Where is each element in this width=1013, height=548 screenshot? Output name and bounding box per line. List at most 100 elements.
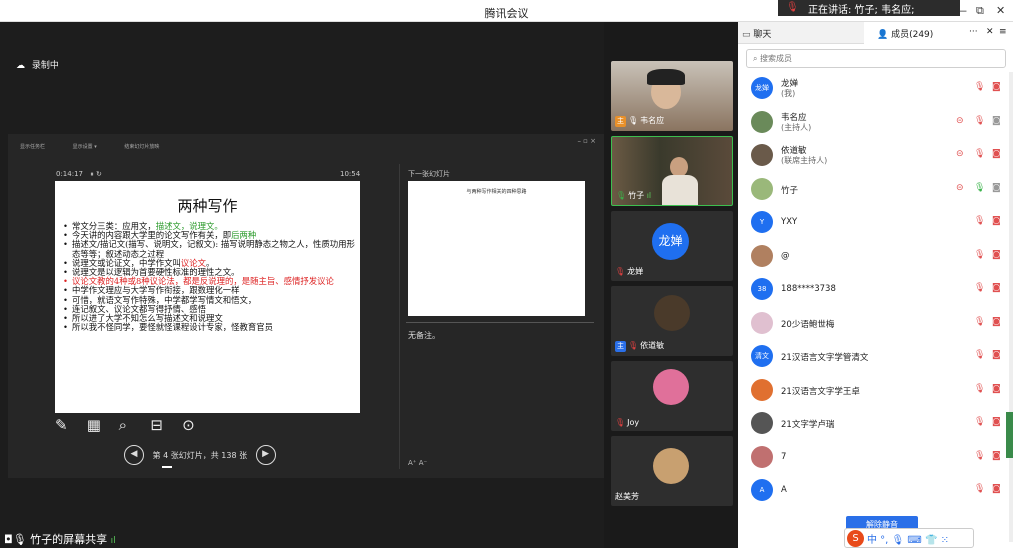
- close-button[interactable]: ✕: [996, 4, 1005, 17]
- mic-muted-icon: 🎙: [615, 418, 626, 427]
- next-slide-button[interactable]: ▶: [255, 445, 276, 465]
- camera-off-icon[interactable]: ◙: [992, 384, 1001, 394]
- mic-muted-icon[interactable]: 🎙: [974, 216, 985, 226]
- screen-share-icon[interactable]: ⊝: [956, 183, 964, 193]
- video-tile[interactable]: 🎙 竹子 ıl: [611, 136, 733, 206]
- menu-button[interactable]: ≡: [999, 27, 1007, 37]
- member-row[interactable]: @ 🎙 ◙: [738, 240, 1013, 272]
- camera-icon[interactable]: ◙: [992, 183, 1001, 193]
- mic-muted-icon[interactable]: 🎙: [974, 116, 985, 126]
- mic-muted-icon[interactable]: 🎙: [974, 82, 985, 92]
- screen-icon[interactable]: ⊟: [150, 416, 177, 434]
- more-options-icon[interactable]: ⊙: [182, 416, 209, 434]
- member-name: A: [781, 485, 787, 495]
- video-label: 🎙 竹子 ıl: [616, 190, 651, 201]
- member-row[interactable]: Y YXY 🎙 ◙: [738, 206, 1013, 238]
- mic-muted-icon[interactable]: 🎙: [974, 484, 985, 494]
- member-role: (主持人): [781, 122, 812, 132]
- screen-share-icon[interactable]: ⊝: [956, 149, 964, 159]
- video-tile[interactable]: 龙婵 🎙 龙婵: [611, 211, 733, 281]
- slide-counter: 第 4 张幻灯片，共 138 张: [152, 450, 248, 460]
- prev-slide-button[interactable]: ◀: [124, 445, 144, 465]
- mic-muted-icon[interactable]: 🎙: [974, 417, 985, 427]
- tab-chat[interactable]: ▭ 聊天: [742, 27, 771, 40]
- mic-muted-icon[interactable]: 🎙: [974, 384, 985, 394]
- more-button[interactable]: ···: [969, 27, 978, 37]
- restore-button[interactable]: ⧉: [976, 4, 984, 18]
- mic-muted-icon[interactable]: 🎙: [974, 317, 985, 327]
- mic-icon[interactable]: 🎙: [974, 183, 985, 193]
- presenter-view: 显示任务栏 显示设置 ▾ 结束幻灯片放映 – ▫ × 0:14:17 ⏸ ↻ 1…: [8, 134, 604, 478]
- video-tile[interactable]: 主 🎙 韦名应: [611, 61, 733, 131]
- video-label: 主 🎙 依道敏: [615, 340, 664, 352]
- ime-icons: 中 °, 🎙 ⌨ 👕 ⁙: [867, 535, 950, 546]
- display-settings-button[interactable]: 显示设置 ▾: [73, 144, 97, 150]
- pen-icon[interactable]: ✎: [55, 416, 82, 434]
- host-icon: 主: [615, 341, 626, 352]
- mic-muted-icon[interactable]: 🎙: [974, 250, 985, 260]
- video-tile[interactable]: 赵美芳: [611, 436, 733, 506]
- mic-muted-icon[interactable]: 🎙: [974, 283, 985, 293]
- mic-muted-icon[interactable]: 🎙: [974, 149, 985, 159]
- member-name: @: [781, 250, 790, 261]
- mic-muted-icon[interactable]: 🎙: [974, 451, 985, 461]
- video-tile[interactable]: 🎙 Joy: [611, 361, 733, 431]
- camera-off-icon[interactable]: ◙: [992, 350, 1001, 360]
- close-panel-button[interactable]: ✕: [986, 27, 994, 37]
- video-label: 🎙 龙婵: [615, 266, 643, 277]
- video-label: 赵美芳: [615, 491, 639, 502]
- scrollbar[interactable]: [1009, 72, 1013, 542]
- font-size-buttons[interactable]: A⁺ A⁻: [408, 459, 427, 467]
- ime-toolbar[interactable]: S 中 °, 🎙 ⌨ 👕 ⁙: [844, 528, 974, 548]
- camera-off-icon[interactable]: ◙: [992, 317, 1001, 327]
- member-name: 竹子: [781, 185, 799, 196]
- edge-handle[interactable]: [1006, 412, 1013, 458]
- speaking-banner: 🎙 正在讲话: 竹子; 韦名应;: [778, 0, 960, 16]
- camera-off-icon[interactable]: ◙: [992, 149, 1001, 159]
- member-row[interactable]: A A 🎙 ◙: [738, 474, 1013, 506]
- share-icon: ◘🎙: [4, 533, 27, 546]
- member-row[interactable]: 38 188****3738 🎙 ◙: [738, 273, 1013, 305]
- presenter-window-controls[interactable]: – ▫ ×: [577, 137, 596, 145]
- video-label: 🎙 Joy: [615, 418, 639, 427]
- member-row[interactable]: 7 🎙 ◙: [738, 441, 1013, 473]
- zoom-icon[interactable]: ⌕: [119, 416, 146, 434]
- grid-view-icon[interactable]: ▦: [87, 416, 114, 434]
- camera-off-icon[interactable]: ◙: [992, 216, 1001, 226]
- current-slide: 两种写作 常文分三类：应用文，描述文，说理文。今天讲的内容跟大学里的论文写作有关…: [55, 181, 360, 413]
- avatar: [751, 412, 773, 434]
- member-row[interactable]: 20少语鲍世梅 🎙 ◙: [738, 307, 1013, 339]
- member-search-input[interactable]: ⌕ 搜索成员: [746, 49, 1006, 68]
- slide-tools: ✎ ▦ ⌕ ⊟ ⊙: [55, 416, 209, 434]
- avatar: 龙婵: [751, 77, 773, 99]
- tab-members[interactable]: 👤 成员(249) ··· ✕: [864, 22, 1013, 44]
- avatar: [653, 369, 689, 405]
- camera-off-icon[interactable]: ◙: [992, 250, 1001, 260]
- screen-share-icon[interactable]: ⊝: [956, 116, 964, 126]
- end-slideshow-button[interactable]: 结束幻灯片放映: [124, 144, 159, 150]
- camera-off-icon[interactable]: ◙: [992, 417, 1001, 427]
- camera-icon[interactable]: ◙: [992, 116, 1001, 126]
- member-role: (我): [781, 89, 796, 98]
- member-row[interactable]: 清文 21汉语言文字学管清文 🎙 ◙: [738, 340, 1013, 372]
- share-label-text: 竹子的屏幕共享: [30, 533, 108, 546]
- member-row[interactable]: 竹子 ⊝ 🎙 ◙: [738, 173, 1013, 205]
- member-row[interactable]: 21汉语言文字学王卓 🎙 ◙: [738, 374, 1013, 406]
- video-tile[interactable]: 主 🎙 依道敏: [611, 286, 733, 356]
- camera-off-icon[interactable]: ◙: [992, 82, 1001, 92]
- pause-icon[interactable]: ⏸ ↻: [90, 170, 102, 178]
- camera-off-icon[interactable]: ◙: [992, 484, 1001, 494]
- show-taskbar-button[interactable]: 显示任务栏: [20, 144, 45, 150]
- mic-muted-icon[interactable]: 🎙: [974, 350, 985, 360]
- camera-off-icon[interactable]: ◙: [992, 451, 1001, 461]
- member-row[interactable]: 依道敏 (联席主持人) ⊝ 🎙 ◙: [738, 139, 1013, 171]
- avatar: [751, 244, 773, 267]
- member-row[interactable]: 韦名应 (主持人) ⊝ 🎙 ◙: [738, 106, 1013, 138]
- presenter-toolbar: 显示任务栏 显示设置 ▾ 结束幻灯片放映: [20, 143, 185, 150]
- member-row[interactable]: 21文字学卢瑞 🎙 ◙: [738, 407, 1013, 439]
- member-role: (联席主持人): [781, 156, 828, 165]
- camera-off-icon[interactable]: ◙: [992, 283, 1001, 293]
- search-icon: ⌕: [753, 54, 758, 63]
- member-name: 7: [781, 451, 787, 462]
- member-row[interactable]: 龙婵 龙婵 (我) 🎙 ◙: [738, 72, 1013, 104]
